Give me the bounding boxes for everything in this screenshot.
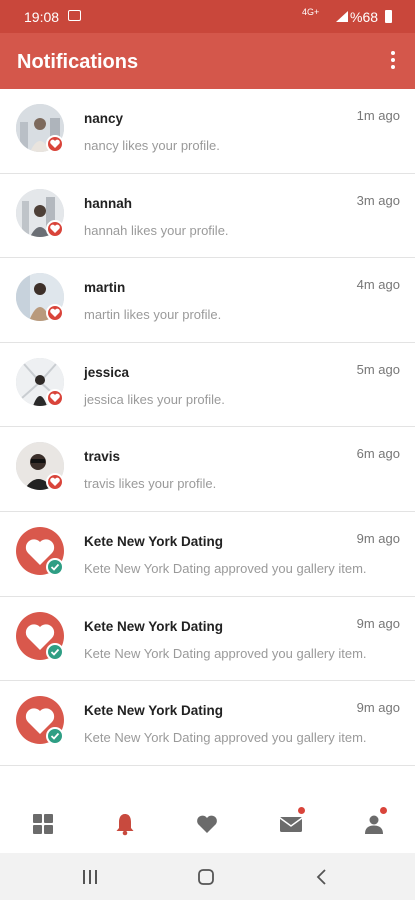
notification-message: Kete New York Dating approved you galler…	[84, 560, 367, 576]
notification-sender: nancy	[84, 111, 124, 126]
grid-icon[interactable]	[30, 811, 56, 837]
person-icon[interactable]	[361, 807, 387, 837]
like-badge-icon	[46, 473, 64, 492]
recent-apps-icon[interactable]	[80, 867, 100, 887]
page-title: Notifications	[17, 51, 139, 73]
check-badge-icon	[46, 557, 64, 576]
notification-sender: hannah	[84, 195, 133, 211]
notification-item[interactable]: Kete New York Dating Kete New York Datin…	[0, 512, 415, 597]
notification-sender: Kete New York Dating	[84, 703, 224, 719]
notification-list: nancy nancy likes your profile. 1m ago h…	[0, 89, 415, 766]
back-icon[interactable]	[312, 867, 332, 887]
notification-item[interactable]: jessica jessica likes your profile. 5m a…	[0, 343, 415, 428]
like-badge-icon	[46, 219, 64, 238]
like-badge-icon	[46, 388, 64, 407]
notification-time: 4m ago	[356, 277, 400, 293]
mail-icon[interactable]	[278, 807, 305, 837]
notification-message: travis likes your profile.	[84, 476, 217, 492]
status-time: 19:08	[24, 9, 60, 25]
notification-sender: jessica	[84, 364, 130, 380]
more-options-icon[interactable]	[387, 51, 399, 73]
notification-item[interactable]: Kete New York Dating Kete New York Datin…	[0, 597, 415, 682]
notification-message: jessica likes your profile.	[84, 391, 225, 407]
notification-item[interactable]: nancy nancy likes your profile. 1m ago	[0, 89, 415, 174]
notification-time: 3m ago	[356, 192, 400, 208]
notification-time: 9m ago	[356, 615, 400, 631]
like-badge-icon	[46, 135, 64, 153]
notification-time: 1m ago	[356, 108, 400, 123]
notification-sender: martin	[84, 280, 126, 296]
notification-message: Kete New York Dating approved you galler…	[84, 730, 367, 746]
bottom-navigation	[0, 797, 415, 853]
mail-unread-dot	[298, 807, 305, 814]
image-notification-icon	[68, 10, 81, 21]
home-icon[interactable]	[196, 867, 216, 887]
bell-icon[interactable]	[112, 811, 138, 837]
notification-message: nancy likes your profile.	[84, 138, 220, 153]
notification-message: hannah likes your profile.	[84, 222, 229, 238]
app-bar: Notifications	[0, 33, 415, 89]
notification-time: 9m ago	[356, 700, 400, 716]
like-badge-icon	[46, 304, 64, 323]
notification-item[interactable]: martin martin likes your profile. 4m ago	[0, 258, 415, 343]
notification-time: 5m ago	[356, 361, 400, 377]
check-badge-icon	[46, 642, 64, 661]
notification-time: 9m ago	[356, 530, 400, 546]
status-bar: 19:08 4G+ %68	[0, 0, 415, 33]
check-badge-icon	[46, 727, 64, 746]
notification-message: martin likes your profile.	[84, 307, 222, 323]
notification-sender: travis	[84, 449, 121, 465]
battery-level: %68	[350, 9, 379, 25]
notification-item[interactable]: hannah hannah likes your profile. 3m ago	[0, 174, 415, 259]
notification-sender: Kete New York Dating	[84, 618, 224, 634]
heart-icon[interactable]	[194, 811, 220, 837]
signal-icon	[336, 11, 348, 22]
notification-time: 6m ago	[356, 446, 400, 462]
profile-unread-dot	[380, 807, 387, 814]
notification-item[interactable]: travis travis likes your profile. 6m ago	[0, 427, 415, 512]
network-type: 4G+	[302, 7, 320, 17]
notification-sender: Kete New York Dating	[84, 533, 224, 549]
system-navigation-bar	[0, 853, 415, 900]
notification-item[interactable]: Kete New York Dating Kete New York Datin…	[0, 681, 415, 766]
battery-icon	[385, 10, 392, 23]
notification-message: Kete New York Dating approved you galler…	[84, 645, 367, 661]
